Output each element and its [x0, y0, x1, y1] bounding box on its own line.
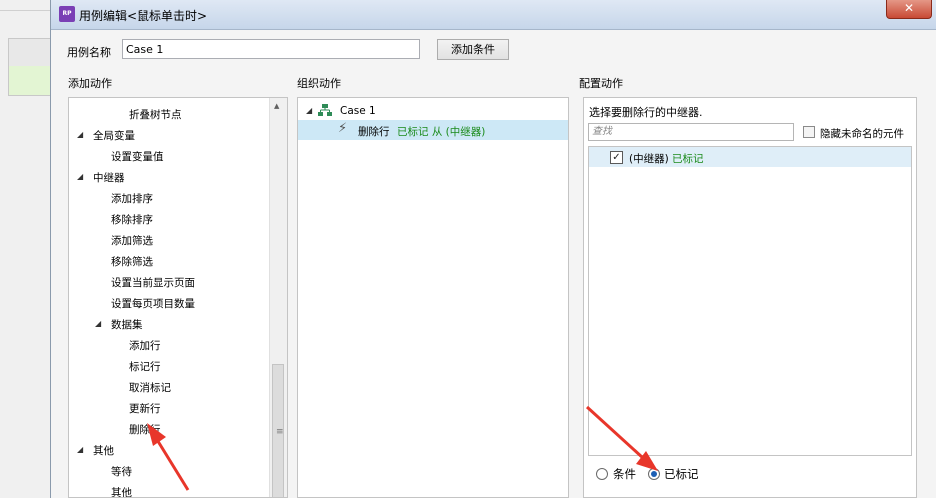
repeater-status: 已标记	[672, 153, 704, 165]
scrollbar-thumb[interactable]: ≡	[272, 364, 284, 497]
tree-item[interactable]: 移除筛选	[69, 253, 269, 271]
tree-item-label: 其他	[93, 445, 114, 457]
tree-item[interactable]: 等待	[69, 463, 269, 481]
tree-item[interactable]: 设置当前显示页面	[69, 274, 269, 292]
tree-item[interactable]: 添加排序	[69, 190, 269, 208]
add-action-tree-panel: 折叠树节点 ◢ 全局变量设置变量值 ◢ 中继器添加排序移除排序添加筛选移除筛选设置当前显…	[68, 97, 288, 498]
configure-instruction: 选择要删除行的中继器.	[589, 106, 703, 119]
expand-triangle-icon[interactable]: ◢	[95, 319, 101, 328]
tree-item-label: 等待	[111, 466, 132, 478]
search-input[interactable]: 查找	[588, 123, 794, 141]
expand-triangle-icon[interactable]: ◢	[77, 130, 83, 139]
window-title: 用例编辑<鼠标单击时>	[79, 9, 208, 23]
tree-item-label: 更新行	[129, 403, 161, 415]
radio-selected-dot	[651, 471, 657, 477]
tree-item[interactable]: 取消标记	[69, 379, 269, 397]
organize-action-heading: 组织动作	[297, 77, 341, 90]
organize-action-panel: ◢ Case 1 ⚡ 删除行 已标记 从 (中继器)	[297, 97, 569, 498]
add-condition-button[interactable]: 添加条件	[437, 39, 509, 60]
tree-item-label: 取消标记	[129, 382, 171, 394]
tree-item-label: 设置变量值	[111, 151, 164, 163]
tree-item-label: 添加排序	[111, 193, 153, 205]
tree-item[interactable]: ◢ 中继器	[69, 169, 269, 187]
expand-triangle-icon[interactable]: ◢	[306, 106, 312, 115]
tree-item[interactable]: ◢ 全局变量	[69, 127, 269, 145]
case-name: Case 1	[340, 105, 376, 117]
action-verb: 删除行	[358, 126, 390, 138]
tree-item-label: 添加筛选	[111, 235, 153, 247]
tree-item[interactable]: 更新行	[69, 400, 269, 418]
tree-item-label: 数据集	[111, 319, 143, 331]
tree-item[interactable]: 其他	[69, 484, 269, 498]
tree-item-label: 中继器	[93, 172, 125, 184]
hide-unnamed-label: 隐藏未命名的元件	[820, 128, 904, 140]
configure-action-panel: 选择要删除行的中继器. 查找 隐藏未命名的元件 ✓ (中继器) 已标记 条件 已…	[583, 97, 917, 498]
tree-item-label: 其他	[111, 487, 132, 498]
tree-item-label: 标记行	[129, 361, 161, 373]
tree-item[interactable]: 折叠树节点	[69, 106, 269, 124]
case-tree-row[interactable]: ◢ Case 1	[298, 102, 568, 120]
case-name-label: 用例名称	[67, 46, 111, 59]
marked-radio-label: 已标记	[664, 467, 699, 481]
add-action-heading: 添加动作	[68, 77, 112, 90]
action-row-delete[interactable]: ⚡ 删除行 已标记 从 (中继器)	[298, 120, 568, 140]
vertical-scrollbar[interactable]: ▲ ≡	[269, 98, 287, 497]
tree-item-label: 移除排序	[111, 214, 153, 226]
repeater-label: (中继器) 已标记	[629, 151, 704, 166]
tree-item-label: 移除筛选	[111, 256, 153, 268]
tree-item[interactable]: 添加筛选	[69, 232, 269, 250]
case-editor-dialog: RP 用例编辑<鼠标单击时> ✕ 用例名称 Case 1 添加条件 添加动作 组…	[50, 0, 936, 498]
repeater-checkbox[interactable]: ✓	[610, 151, 623, 164]
expand-triangle-icon[interactable]: ◢	[77, 172, 83, 181]
condition-radio-label: 条件	[613, 467, 636, 481]
tree-item[interactable]: 设置变量值	[69, 148, 269, 166]
action-detail: 已标记 从 (中继器)	[397, 126, 486, 138]
axure-app-icon: RP	[59, 6, 75, 22]
configure-action-heading: 配置动作	[579, 77, 623, 90]
tree-item[interactable]: 设置每页项目数量	[69, 295, 269, 313]
tree-item-label: 折叠树节点	[129, 109, 182, 121]
tree-item[interactable]: 添加行	[69, 337, 269, 355]
tree-item[interactable]: 删除行	[69, 421, 269, 439]
tree-item[interactable]: 移除排序	[69, 211, 269, 229]
background-canvas	[0, 0, 51, 498]
background-divider	[0, 10, 50, 11]
tree-item-label: 添加行	[129, 340, 161, 352]
background-repeater-cell	[8, 38, 51, 68]
tree-item-label: 删除行	[129, 424, 161, 436]
repeater-row[interactable]: ✓ (中继器) 已标记	[589, 147, 911, 167]
scrollbar-grip-icon: ≡	[276, 427, 284, 437]
tree-item[interactable]: 标记行	[69, 358, 269, 376]
expand-triangle-icon[interactable]: ◢	[77, 445, 83, 454]
condition-radio[interactable]	[596, 468, 608, 480]
tree-item[interactable]: ◢ 其他	[69, 442, 269, 460]
tree-item-label: 设置当前显示页面	[111, 277, 195, 289]
hide-unnamed-checkbox[interactable]	[803, 126, 815, 138]
background-repeater-cell-highlight	[8, 66, 51, 96]
case-name-input[interactable]: Case 1	[122, 39, 420, 59]
lightning-bolt-icon: ⚡	[338, 121, 348, 136]
marked-radio[interactable]	[648, 468, 660, 480]
case-node-icon	[318, 104, 332, 116]
close-button[interactable]: ✕	[886, 0, 932, 19]
title-bar[interactable]: RP 用例编辑<鼠标单击时> ✕	[51, 0, 936, 30]
tree-item-label: 全局变量	[93, 130, 135, 142]
tree-item[interactable]: ◢ 数据集	[69, 316, 269, 334]
repeater-list: ✓ (中继器) 已标记	[588, 146, 912, 456]
tree-item-label: 设置每页项目数量	[111, 298, 195, 310]
scroll-up-arrow-icon[interactable]: ▲	[274, 102, 279, 110]
repeater-name: (中继器)	[629, 153, 669, 165]
